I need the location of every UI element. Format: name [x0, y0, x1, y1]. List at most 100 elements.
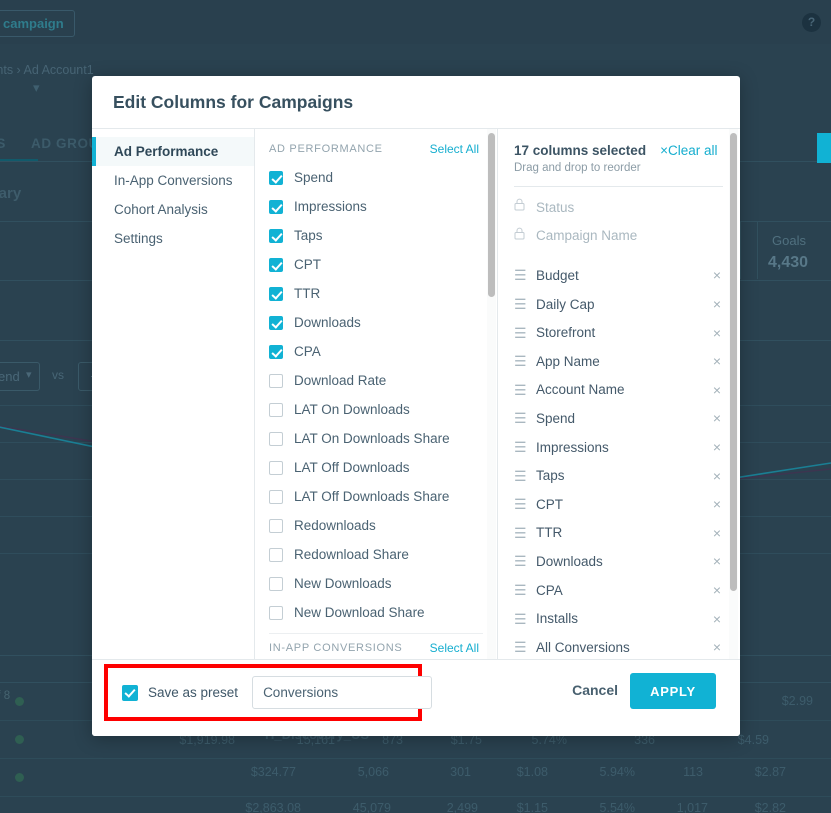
nav-item-ad-performance[interactable]: Ad Performance: [92, 137, 254, 166]
selected-row-label: Account Name: [536, 382, 625, 398]
checkbox-icon[interactable]: [269, 576, 283, 591]
selected-row-taps[interactable]: ☰ Taps ×: [514, 461, 723, 490]
select-all-ad-performance[interactable]: Select All: [430, 142, 479, 156]
table-row[interactable]: [0, 759, 831, 797]
remove-column-button[interactable]: ×: [713, 382, 723, 398]
checkbox-row-redownloads[interactable]: Redownloads: [269, 511, 483, 540]
checkbox-row-new-downloads[interactable]: New Downloads: [269, 569, 483, 598]
selected-row-label: CPT: [536, 496, 563, 512]
remove-column-button[interactable]: ×: [713, 582, 723, 598]
preset-name-input[interactable]: [252, 676, 433, 709]
drag-handle-icon[interactable]: ☰: [514, 469, 527, 483]
selected-row-app-name[interactable]: ☰ App Name ×: [514, 347, 723, 376]
selected-row-storefront[interactable]: ☰ Storefront ×: [514, 318, 723, 347]
clear-all-button[interactable]: ×Clear all: [660, 143, 717, 158]
checkbox-row-spend[interactable]: Spend: [269, 163, 483, 192]
remove-column-button[interactable]: ×: [713, 496, 723, 512]
remove-column-button[interactable]: ×: [713, 525, 723, 541]
checkbox-row-lat-on-downloads[interactable]: LAT On Downloads: [269, 395, 483, 424]
checkbox-icon[interactable]: [269, 286, 283, 301]
checkbox-row-impressions[interactable]: Impressions: [269, 192, 483, 221]
nav-item-cohort-analysis[interactable]: Cohort Analysis: [92, 195, 254, 224]
new-campaign-button[interactable]: campaign: [0, 10, 75, 37]
checkbox-icon[interactable]: [269, 257, 283, 272]
checkbox-row-redownload-share[interactable]: Redownload Share: [269, 540, 483, 569]
checkbox-icon[interactable]: [269, 170, 283, 185]
remove-column-button[interactable]: ×: [713, 410, 723, 426]
help-icon[interactable]: ?: [802, 13, 821, 32]
checkbox-label: Download Rate: [294, 373, 387, 388]
checkbox-row-lat-off-downloads-share[interactable]: LAT Off Downloads Share: [269, 482, 483, 511]
selected-row-installs[interactable]: ☰ Installs ×: [514, 604, 723, 633]
remove-column-button[interactable]: ×: [713, 296, 723, 312]
checkbox-row-lat-off-downloads[interactable]: LAT Off Downloads: [269, 453, 483, 482]
breadcrumb[interactable]: ccounts › Ad Account1: [0, 63, 94, 77]
checkbox-icon[interactable]: [269, 344, 283, 359]
checkbox-row-new-download-share[interactable]: New Download Share: [269, 598, 483, 627]
checkbox-icon[interactable]: [269, 373, 283, 388]
selected-row-cpa[interactable]: ☰ CPA ×: [514, 576, 723, 605]
checkbox-icon[interactable]: [269, 605, 283, 620]
checkbox-icon[interactable]: [269, 228, 283, 243]
remove-column-button[interactable]: ×: [713, 353, 723, 369]
selected-row-impressions[interactable]: ☰ Impressions ×: [514, 433, 723, 462]
drag-handle-icon[interactable]: ☰: [514, 268, 527, 282]
drag-handle-icon[interactable]: ☰: [514, 383, 527, 397]
checkbox-icon[interactable]: [269, 315, 283, 330]
apply-button[interactable]: APPLY: [630, 673, 716, 709]
remove-column-button[interactable]: ×: [713, 639, 723, 655]
checkbox-row-download-rate[interactable]: Download Rate: [269, 366, 483, 395]
selected-columns-scrollbar[interactable]: [729, 129, 738, 659]
checkbox-icon[interactable]: [269, 460, 283, 475]
checkbox-icon[interactable]: [269, 489, 283, 504]
drag-handle-icon[interactable]: ☰: [514, 440, 527, 454]
available-columns-scrollbar[interactable]: [487, 129, 496, 659]
checkbox-icon[interactable]: [269, 518, 283, 533]
drag-handle-icon[interactable]: ☰: [514, 640, 527, 654]
tab-campaigns[interactable]: NS: [0, 136, 6, 151]
selected-row-budget[interactable]: ☰ Budget ×: [514, 261, 723, 290]
remove-column-button[interactable]: ×: [713, 611, 723, 627]
select-all-in-app-conversions[interactable]: Select All: [430, 641, 479, 655]
checkbox-row-cpa[interactable]: CPA: [269, 337, 483, 366]
checkbox-icon[interactable]: [269, 431, 283, 446]
remove-column-button[interactable]: ×: [713, 325, 723, 341]
checkbox-icon[interactable]: [269, 402, 283, 417]
selected-row-spend[interactable]: ☰ Spend ×: [514, 404, 723, 433]
selected-row-daily-cap[interactable]: ☰ Daily Cap ×: [514, 290, 723, 319]
tab-ad-groups[interactable]: AD GROU: [31, 136, 99, 151]
drag-handle-icon[interactable]: ☰: [514, 354, 527, 368]
cancel-button[interactable]: Cancel: [572, 682, 618, 698]
nav-item-in-app-conversions[interactable]: In-App Conversions: [92, 166, 254, 195]
drag-handle-icon[interactable]: ☰: [514, 497, 527, 511]
checkbox-row-taps[interactable]: Taps: [269, 221, 483, 250]
remove-column-button[interactable]: ×: [713, 267, 723, 283]
save-as-preset-checkbox[interactable]: [122, 684, 138, 701]
selected-row-account-name[interactable]: ☰ Account Name ×: [514, 376, 723, 405]
drag-handle-icon[interactable]: ☰: [514, 326, 527, 340]
checkbox-row-lat-on-downloads-share[interactable]: LAT On Downloads Share: [269, 424, 483, 453]
scrollbar-thumb[interactable]: [488, 133, 495, 297]
chevron-down-icon[interactable]: ▾: [33, 80, 40, 96]
remove-column-button[interactable]: ×: [713, 553, 723, 569]
selected-row-ttr[interactable]: ☰ TTR ×: [514, 519, 723, 548]
checkbox-row-cpt[interactable]: CPT: [269, 250, 483, 279]
selected-row-downloads[interactable]: ☰ Downloads ×: [514, 547, 723, 576]
drag-handle-icon[interactable]: ☰: [514, 411, 527, 425]
checkbox-icon[interactable]: [269, 547, 283, 562]
drag-handle-icon[interactable]: ☰: [514, 297, 527, 311]
drag-handle-icon[interactable]: ☰: [514, 583, 527, 597]
metric-select-primary[interactable]: end ▾: [0, 362, 40, 391]
nav-item-settings[interactable]: Settings: [92, 224, 254, 253]
checkbox-row-downloads[interactable]: Downloads: [269, 308, 483, 337]
drag-handle-icon[interactable]: ☰: [514, 526, 527, 540]
checkbox-icon[interactable]: [269, 199, 283, 214]
drag-handle-icon[interactable]: ☰: [514, 554, 527, 568]
remove-column-button[interactable]: ×: [713, 439, 723, 455]
drag-handle-icon[interactable]: ☰: [514, 612, 527, 626]
selected-row-all-conversions[interactable]: ☰ All Conversions ×: [514, 633, 723, 659]
remove-column-button[interactable]: ×: [713, 468, 723, 484]
scrollbar-thumb[interactable]: [730, 133, 737, 591]
selected-row-cpt[interactable]: ☰ CPT ×: [514, 490, 723, 519]
checkbox-row-ttr[interactable]: TTR: [269, 279, 483, 308]
